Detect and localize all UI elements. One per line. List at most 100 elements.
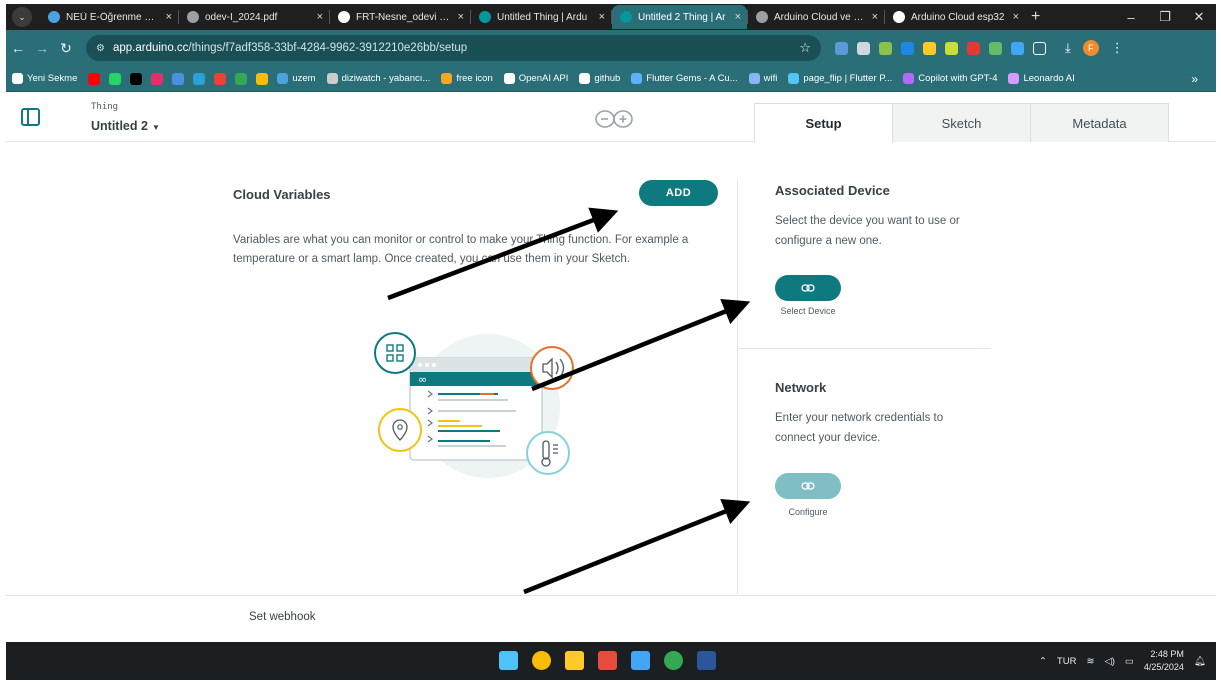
bookmark-label: OpenAI API — [518, 73, 569, 84]
bookmark-item[interactable] — [256, 72, 269, 85]
browser-tab[interactable]: Untitled Thing | Ardu × — [471, 5, 611, 29]
close-tab-icon[interactable]: × — [1013, 11, 1019, 23]
bookmark-item[interactable]: uzem — [277, 73, 316, 84]
bookmark-item[interactable]: free icon — [441, 73, 493, 84]
bookmark-favicon-icon — [903, 73, 915, 84]
bookmark-favicon-icon — [503, 73, 515, 84]
screen: ⌄ NEÜ E-Öğrenme Sist × odev-I_2024.pdf × FRT… — [0, 0, 1221, 684]
tab-sketch[interactable]: Sketch — [892, 103, 1031, 142]
bookmark-item[interactable]: Leonardo AI — [1008, 73, 1075, 84]
bookmark-item[interactable]: github — [579, 73, 620, 84]
bookmark-item[interactable]: Flutter Gems - A Cu... — [631, 73, 738, 84]
bookmark-item[interactable]: OpenAI API — [503, 73, 569, 84]
extensions-puzzle-icon[interactable] — [1033, 41, 1046, 55]
bookmark-item[interactable] — [214, 72, 227, 85]
back-icon[interactable]: ← — [6, 40, 30, 56]
clock-time: 2:48 PM — [1150, 649, 1184, 659]
chrome-icon[interactable] — [532, 651, 551, 670]
extension-icon[interactable] — [835, 41, 848, 55]
wifi-icon[interactable]: ≋ — [1086, 656, 1094, 667]
chrome-alt-icon[interactable] — [664, 651, 683, 670]
battery-icon[interactable]: ▭ — [1125, 656, 1134, 667]
bookmark-item[interactable] — [109, 72, 122, 85]
close-tab-icon[interactable]: × — [735, 11, 741, 23]
forward-icon[interactable]: → — [30, 40, 54, 56]
extension-icon[interactable] — [945, 41, 958, 55]
extension-icon[interactable] — [879, 41, 892, 55]
link-icon — [801, 284, 815, 292]
address-bar[interactable]: ⚙ app.arduino.cc /things/f7adf358-33bf-4… — [86, 35, 821, 61]
bookmark-item[interactable]: diziwatch - yabancı... — [326, 73, 430, 84]
volume-icon[interactable]: ◁) — [1104, 656, 1114, 667]
bookmark-label: Leonardo AI — [1023, 73, 1075, 84]
notepad-icon[interactable] — [631, 651, 650, 670]
browser-tab[interactable]: FRT-Nesne_odevi - W × — [330, 5, 470, 29]
bookmark-item[interactable]: Yeni Sekme — [12, 73, 77, 84]
microsoft-store-icon[interactable] — [598, 651, 617, 670]
site-settings-icon[interactable]: ⚙ — [96, 43, 105, 54]
add-variable-button[interactable]: ADD — [639, 180, 718, 206]
bookmark-item[interactable] — [151, 72, 164, 85]
word-icon[interactable] — [697, 651, 716, 670]
close-tab-icon[interactable]: × — [317, 11, 323, 23]
menu-kebab-icon[interactable]: ⋮ — [1111, 40, 1124, 56]
bookmark-favicon-icon — [631, 73, 643, 84]
extension-icon[interactable] — [989, 41, 1002, 55]
moodle-icon — [48, 11, 60, 23]
reload-icon[interactable]: ↻ — [54, 40, 78, 57]
bookmark-item[interactable]: wifi — [748, 73, 777, 84]
close-tab-icon[interactable]: × — [166, 11, 172, 23]
bookmark-item[interactable]: Copilot with GPT-4 — [903, 73, 997, 84]
language-indicator[interactable]: TUR — [1057, 656, 1077, 667]
extension-icon[interactable] — [857, 41, 870, 55]
bookmarks-overflow-icon[interactable]: » — [1191, 72, 1198, 86]
bookmark-item[interactable]: page_flip | Flutter P... — [788, 73, 892, 84]
url-host: app.arduino.cc — [112, 42, 189, 54]
browser-tab[interactable]: Arduino Cloud ve We × — [748, 5, 884, 29]
taskbar-apps — [499, 651, 716, 670]
globe-icon — [187, 11, 199, 23]
select-device-label: Select Device — [780, 306, 836, 316]
file-explorer-icon[interactable] — [565, 651, 584, 670]
notifications-icon[interactable]: 🔔︎ — [1194, 656, 1206, 667]
minimize-icon[interactable]: – — [1114, 10, 1148, 25]
bookmark-item[interactable] — [172, 72, 185, 85]
windows-start-icon[interactable] — [499, 651, 518, 670]
close-tab-icon[interactable]: × — [872, 11, 878, 23]
close-tab-icon[interactable]: × — [458, 11, 464, 23]
restore-icon[interactable]: ❐ — [1148, 9, 1182, 25]
download-icon[interactable]: ⤓ — [1065, 40, 1071, 56]
close-window-icon[interactable]: ✕ — [1182, 9, 1216, 25]
tab-search-chevron-icon[interactable]: ⌄ — [12, 7, 32, 27]
set-webhook-link[interactable]: Set webhook — [249, 611, 316, 623]
bookmark-item[interactable] — [235, 72, 248, 85]
bookmark-item[interactable] — [193, 72, 206, 85]
bookmark-favicon-icon — [256, 72, 269, 85]
tray-chevron-icon[interactable]: ⌃ — [1039, 656, 1047, 667]
browser-tab[interactable]: Untitled 2 Thing | Ar × — [612, 5, 747, 29]
copy-extension-icon[interactable] — [901, 41, 914, 55]
tab-setup[interactable]: Setup — [754, 103, 893, 143]
extension-icon[interactable] — [1011, 41, 1024, 55]
bookmark-favicon-icon — [579, 73, 591, 84]
select-device-button[interactable] — [775, 275, 841, 301]
bookmark-star-icon[interactable]: ☆ — [799, 40, 811, 56]
sidebar-toggle-icon[interactable] — [21, 108, 40, 126]
browser-tab[interactable]: Arduino Cloud esp32 × — [885, 5, 1025, 29]
app-header: Thing Untitled 2 ▼ Setup Sketch Metadata — [6, 92, 1216, 143]
browser-tab[interactable]: NEÜ E-Öğrenme Sist × — [40, 5, 178, 29]
bookmark-item[interactable] — [88, 72, 101, 85]
section-divider — [737, 348, 991, 349]
thing-name-dropdown[interactable]: Untitled 2 ▼ — [91, 119, 160, 133]
close-tab-icon[interactable]: × — [599, 11, 605, 23]
extension-icon[interactable] — [923, 41, 936, 55]
browser-tab[interactable]: odev-I_2024.pdf × — [179, 5, 329, 29]
extension-icon[interactable] — [967, 41, 980, 55]
new-tab-button[interactable]: + — [1031, 8, 1040, 26]
bookmark-favicon-icon — [277, 73, 289, 84]
configure-network-button[interactable] — [775, 473, 841, 499]
bookmark-item[interactable] — [130, 72, 143, 85]
clock[interactable]: 2:48 PM 4/25/2024 — [1144, 648, 1184, 674]
profile-avatar[interactable]: F — [1082, 40, 1099, 56]
tab-metadata[interactable]: Metadata — [1030, 103, 1169, 142]
